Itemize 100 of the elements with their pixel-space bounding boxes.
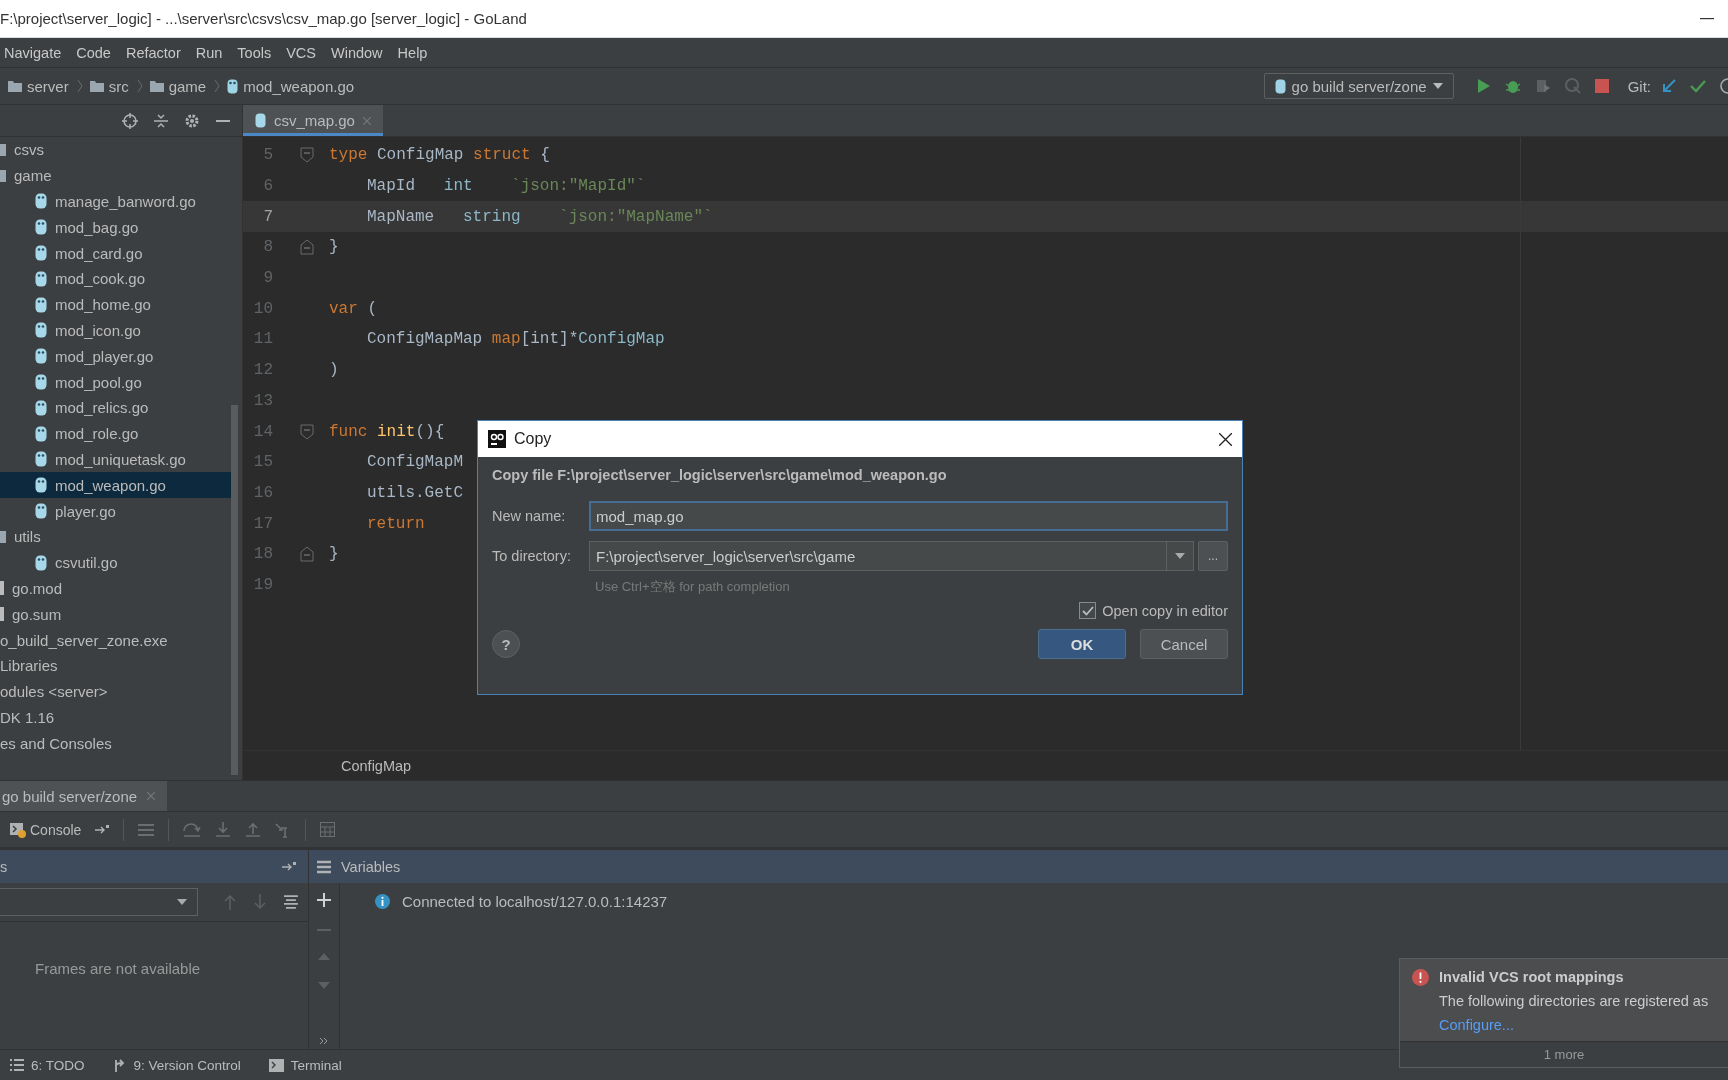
gopher-file-icon: [35, 374, 47, 391]
dropdown-arrow-icon[interactable]: [1175, 553, 1185, 559]
fold-marker-icon[interactable]: [300, 239, 314, 256]
gopher-file-icon: [35, 477, 47, 494]
minimize-panel-icon[interactable]: [216, 119, 230, 122]
help-button[interactable]: ?: [492, 630, 520, 658]
tree-item[interactable]: mod_cook.go: [0, 266, 232, 292]
checkbox[interactable]: [1079, 602, 1097, 619]
tree-item[interactable]: mod_role.go: [0, 420, 232, 447]
breadcrumb[interactable]: game: [168, 77, 207, 95]
list-icon[interactable]: [138, 822, 155, 837]
menu-item[interactable]: Tools: [237, 44, 280, 61]
list-icon[interactable]: [284, 895, 298, 909]
step-into-icon[interactable]: [215, 821, 232, 838]
structure-breadcrumb[interactable]: ConfigMap: [341, 757, 412, 774]
tree-item[interactable]: go.mod: [0, 575, 232, 602]
tool-window-button[interactable]: 6: TODO: [10, 1057, 85, 1073]
breadcrumb[interactable]: server: [27, 77, 69, 95]
tree-item[interactable]: utils: [0, 523, 232, 550]
browse-button[interactable]: ...: [1198, 541, 1228, 571]
coverage-icon[interactable]: [1534, 78, 1551, 94]
tree-item[interactable]: odules <server>: [0, 678, 232, 705]
up-arrow-icon[interactable]: [224, 894, 237, 910]
close-icon[interactable]: [1219, 432, 1232, 446]
menu-item[interactable]: Help: [397, 44, 436, 61]
bug-icon[interactable]: [1504, 78, 1521, 94]
pin-arrow-icon[interactable]: [95, 824, 110, 835]
locate-icon[interactable]: [122, 112, 138, 129]
tree-item[interactable]: DK 1.16: [0, 704, 232, 731]
menu-item[interactable]: Navigate: [4, 44, 70, 61]
tree-item[interactable]: mod_relics.go: [0, 394, 232, 421]
settings-icon[interactable]: [184, 112, 200, 129]
branch-icon: [112, 1058, 127, 1072]
tree-item[interactable]: mod_player.go: [0, 343, 232, 370]
tree-item[interactable]: player.go: [0, 498, 232, 524]
configure-link[interactable]: Configure...: [1439, 1017, 1709, 1033]
tree-item[interactable]: go.sum: [0, 601, 232, 628]
down-triangle-icon[interactable]: [318, 982, 330, 989]
gopher-file-icon: [35, 270, 47, 287]
scrollbar[interactable]: [231, 405, 238, 775]
collapse-all-icon[interactable]: [154, 112, 168, 129]
up-triangle-icon[interactable]: [318, 953, 330, 960]
menu-item[interactable]: Run: [195, 44, 231, 61]
tree-item[interactable]: csvs: [0, 137, 232, 163]
step-out-icon[interactable]: [245, 821, 262, 838]
console-tab[interactable]: Console: [10, 821, 82, 838]
step-over-icon[interactable]: [183, 821, 202, 838]
directory-combo-box[interactable]: F:\project\server_logic\server\src\game: [589, 541, 1194, 571]
menu-item[interactable]: Window: [331, 44, 391, 61]
tree-item[interactable]: mod_icon.go: [0, 317, 232, 344]
breadcrumb[interactable]: src: [108, 77, 129, 95]
checkmark-icon[interactable]: [1690, 79, 1706, 93]
tree-item[interactable]: mod_home.go: [0, 291, 232, 318]
stop-icon[interactable]: [1594, 79, 1609, 93]
cancel-button[interactable]: Cancel: [1140, 629, 1228, 659]
update-arrow-icon[interactable]: [1662, 79, 1676, 93]
tool-window-button[interactable]: Terminal: [268, 1057, 342, 1073]
gopher-file-icon: [35, 322, 47, 339]
tree-item[interactable]: es and Consoles: [0, 730, 232, 757]
double-chevron-icon[interactable]: [319, 1037, 329, 1045]
tool-window-button[interactable]: 9: Version Control: [112, 1057, 241, 1073]
tree-item[interactable]: csvutil.go: [0, 549, 232, 576]
editor-tab[interactable]: csv_map.go: [243, 105, 383, 136]
pin-arrow-icon[interactable]: [282, 861, 296, 872]
gopher-file-icon: [35, 348, 47, 365]
input-field[interactable]: mod_map.go: [589, 501, 1228, 531]
checkbox-label[interactable]: Open copy in editor: [1102, 602, 1228, 619]
tree-item[interactable]: mod_uniquetask.go: [0, 446, 232, 473]
tree-item[interactable]: game: [0, 162, 232, 189]
more-link[interactable]: 1 more: [1543, 1047, 1585, 1062]
minimize-icon[interactable]: [1700, 17, 1714, 20]
fold-marker-icon[interactable]: [300, 423, 314, 440]
menu-item[interactable]: Code: [76, 44, 119, 61]
run-icon[interactable]: [1476, 78, 1491, 94]
line-number: 11: [252, 330, 273, 349]
gopher-file-icon: [35, 399, 47, 416]
tree-item[interactable]: o_build_server_zone.exe: [0, 627, 232, 653]
gopher-file-icon: [35, 245, 47, 262]
tree-item[interactable]: Libraries: [0, 652, 232, 679]
tree-item[interactable]: manage_banword.go: [0, 188, 232, 215]
dropdown-arrow-icon[interactable]: [177, 899, 188, 905]
menu-item[interactable]: VCS: [286, 44, 324, 61]
tree-item[interactable]: mod_card.go: [0, 240, 232, 266]
down-arrow-icon[interactable]: [254, 894, 267, 910]
run-configuration-dropdown[interactable]: go build server/zone: [1263, 73, 1454, 99]
tree-item[interactable]: mod_bag.go: [0, 214, 232, 241]
line-number: 6: [262, 177, 273, 196]
fold-marker-icon[interactable]: [300, 147, 314, 164]
menu-item[interactable]: Refactor: [125, 44, 189, 61]
plus-icon[interactable]: [317, 893, 331, 907]
chevron-icon: [214, 79, 221, 93]
tree-item[interactable]: mod_pool.go: [0, 369, 232, 395]
tree-item[interactable]: mod_weapon.go: [0, 472, 232, 499]
profiler-icon[interactable]: [1564, 78, 1581, 94]
ok-button[interactable]: OK: [1038, 629, 1126, 659]
calculator-icon[interactable]: [320, 822, 336, 837]
fold-marker-icon[interactable]: [300, 546, 314, 563]
debug-tab[interactable]: go build server/zone: [0, 781, 168, 811]
line-number: 10: [252, 299, 273, 318]
breadcrumb[interactable]: mod_weapon.go: [243, 77, 355, 95]
